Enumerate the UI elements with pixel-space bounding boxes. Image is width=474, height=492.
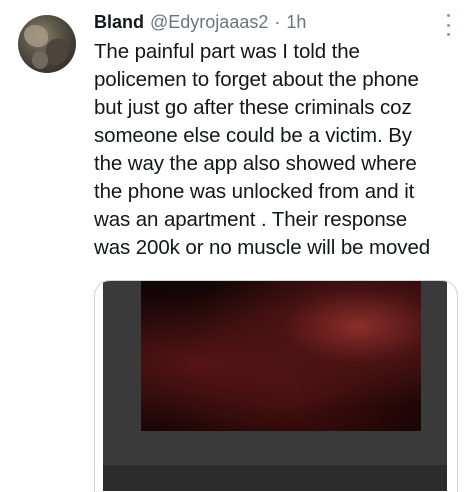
timestamp[interactable]: 1h	[286, 12, 306, 33]
menu-dot	[446, 23, 450, 27]
tweet-text-line: was 200k or no muscle will be moved	[94, 236, 431, 259]
tweet-header: Bland @Edyrojaaas2 · 1h	[94, 12, 306, 36]
display-name[interactable]: Bland	[94, 12, 144, 33]
tweet-text-line: policemen to forget about the phone	[94, 68, 419, 91]
more-vertical-icon[interactable]	[440, 14, 456, 36]
separator-dot: ·	[274, 12, 281, 32]
media-card[interactable]	[94, 280, 458, 492]
media-frame[interactable]	[103, 281, 447, 491]
tweet-text: The painful part was I told the policeme…	[94, 38, 464, 262]
tweet-text-line: but just go after these criminals coz	[94, 96, 412, 119]
avatar-shape	[46, 39, 68, 65]
avatar[interactable]	[18, 15, 76, 73]
user-handle[interactable]: @Edyrojaaas2	[150, 12, 268, 33]
avatar-shape	[24, 25, 48, 47]
tweet[interactable]: Bland @Edyrojaaas2 · 1h The painful part…	[0, 0, 474, 492]
tweet-text-line: the phone was unlocked from and it	[94, 180, 415, 203]
media-bar	[103, 465, 447, 491]
tweet-text-line: was an apartment . Their response	[94, 208, 408, 231]
tweet-text-line: someone else could be a victim. By	[94, 124, 412, 147]
menu-dot	[446, 14, 450, 17]
media-image[interactable]	[141, 281, 421, 431]
tweet-text-line: the way the app also showed where	[94, 152, 417, 175]
menu-dot	[446, 33, 450, 36]
tweet-text-line: The painful part was I told the	[94, 40, 360, 63]
avatar-shape	[32, 51, 48, 69]
